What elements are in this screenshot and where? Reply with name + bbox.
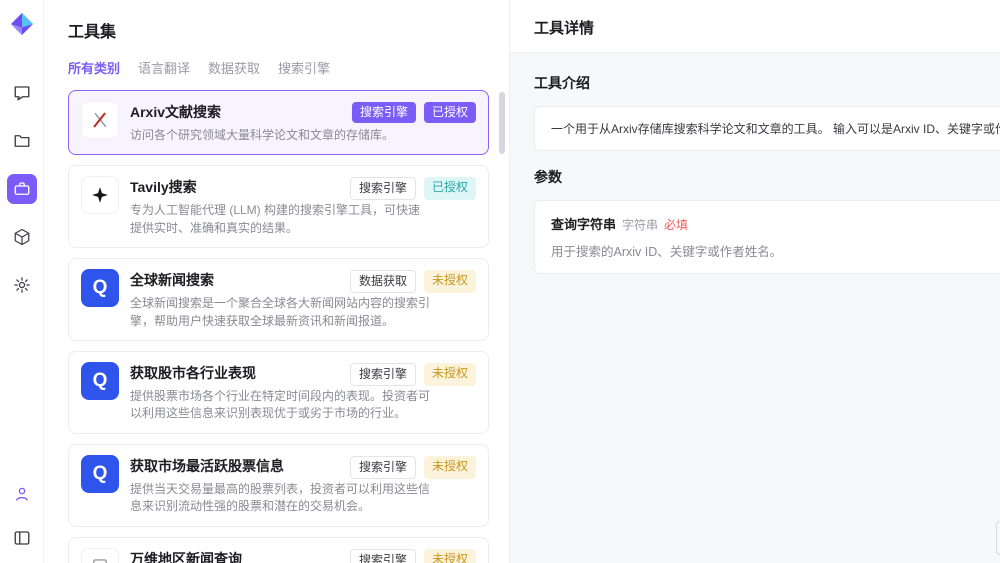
- tool-card-list: Arxiv文献搜索 访问各个研究领域大量科学论文和文章的存储库。 搜索引擎 已授…: [68, 90, 509, 563]
- param-type: 字符串: [622, 216, 658, 233]
- auth-status-badge: 未授权: [424, 456, 476, 479]
- category-badge: 搜索引擎: [350, 177, 416, 200]
- intro-text: 一个用于从Arxiv存储库搜索科学论文和文章的工具。 输入可以是Arxiv ID…: [551, 120, 1000, 137]
- tool-description: 提供当天交易量最高的股票列表，投资者可以利用这些信息来识别流动性强的股票和潜在的…: [130, 481, 430, 516]
- tool-card-active-stocks[interactable]: Q 获取市场最活跃股票信息 提供当天交易量最高的股票列表，投资者可以利用这些信息…: [68, 444, 489, 527]
- tool-description: 访问各个研究领域大量科学论文和文章的存储库。: [130, 127, 430, 144]
- category-badge: 数据获取: [350, 270, 416, 293]
- tool-card-tavily[interactable]: Tavily搜索 专为人工智能代理 (LLM) 构建的搜索引擎工具，可快速提供实…: [68, 165, 489, 248]
- tool-card-arxiv[interactable]: Arxiv文献搜索 访问各个研究领域大量科学论文和文章的存储库。 搜索引擎 已授…: [68, 90, 489, 155]
- intro-card: 一个用于从Arxiv存储库搜索科学论文和文章的工具。 输入可以是Arxiv ID…: [534, 106, 1000, 151]
- regional-news-icon: [81, 548, 119, 563]
- stock-sector-icon: Q: [81, 362, 119, 400]
- category-tabs: 所有类别 语言翻译 数据获取 搜索引擎: [68, 58, 509, 77]
- tool-card-global-news[interactable]: Q 全球新闻搜索 全球新闻搜索是一个聚合全球各大新闻网站内容的搜索引擎，帮助用户…: [68, 258, 489, 341]
- intro-heading: 工具介绍: [534, 73, 1000, 93]
- category-badge: 搜索引擎: [350, 549, 416, 563]
- tool-card-regional-news[interactable]: 万维地区新闻查询 查询具体行政区划内的新闻，快速了解各地新闻动 搜索引擎 未授权: [68, 537, 489, 563]
- panel-toggle-icon[interactable]: [7, 523, 37, 553]
- intel-core-badge: intel CORE: [996, 521, 1000, 555]
- user-icon[interactable]: [7, 479, 37, 509]
- tab-search-engine[interactable]: 搜索引擎: [278, 58, 330, 77]
- detail-title: 工具详情: [534, 17, 1000, 38]
- tab-all-categories[interactable]: 所有类别: [68, 58, 120, 77]
- param-required-flag: 必填: [664, 216, 688, 233]
- toolbox-icon[interactable]: [7, 174, 37, 204]
- folder-icon[interactable]: [7, 126, 37, 156]
- tool-detail-panel: 工具详情 工具介绍 一个用于从Arxiv存储库搜索科学论文和文章的工具。 输入可…: [510, 0, 1000, 563]
- detail-header: 工具详情: [510, 0, 1000, 53]
- package-icon[interactable]: [7, 222, 37, 252]
- params-heading: 参数: [534, 167, 1000, 187]
- category-badge: 搜索引擎: [350, 363, 416, 386]
- tavily-sparkle-icon: [81, 176, 119, 214]
- tab-data-fetch[interactable]: 数据获取: [208, 58, 260, 77]
- app-window: 工具集 所有类别 语言翻译 数据获取 搜索引擎 Arxiv文献搜索 访问各个研究…: [0, 0, 1000, 563]
- icon-rail: [0, 0, 44, 563]
- tool-description: 专为人工智能代理 (LLM) 构建的搜索引擎工具，可快速提供实时、准确和真实的结…: [130, 202, 430, 237]
- chat-icon[interactable]: [7, 78, 37, 108]
- parameter-card: 查询字符串 字符串 必填 用于搜索的Arxiv ID、关键字或作者姓名。: [534, 200, 1000, 274]
- auth-status-badge: 未授权: [424, 270, 476, 293]
- tool-list-panel: 工具集 所有类别 语言翻译 数据获取 搜索引擎 Arxiv文献搜索 访问各个研究…: [44, 0, 510, 563]
- arxiv-logo-icon: [81, 101, 119, 139]
- param-name: 查询字符串: [551, 214, 616, 233]
- global-news-icon: Q: [81, 269, 119, 307]
- tab-language-translation[interactable]: 语言翻译: [138, 58, 190, 77]
- category-badge: 搜索引擎: [350, 456, 416, 479]
- auth-status-badge: 已授权: [424, 102, 476, 123]
- tool-description: 全球新闻搜索是一个聚合全球各大新闻网站内容的搜索引擎，帮助用户快速获取全球最新资…: [130, 295, 430, 330]
- active-stock-icon: Q: [81, 455, 119, 493]
- param-description: 用于搜索的Arxiv ID、关键字或作者姓名。: [551, 241, 1000, 260]
- auth-status-badge: 已授权: [424, 177, 476, 200]
- category-badge: 搜索引擎: [352, 102, 416, 123]
- tool-description: 提供股票市场各个行业在特定时间段内的表现。投资者可以利用这些信息来识别表现优于或…: [130, 388, 430, 423]
- list-scrollbar[interactable]: [499, 92, 505, 154]
- page-title: 工具集: [68, 18, 509, 42]
- settings-icon[interactable]: [7, 270, 37, 300]
- auth-status-badge: 未授权: [424, 363, 476, 386]
- auth-status-badge: 未授权: [424, 549, 476, 563]
- app-logo-icon: [10, 12, 34, 36]
- tool-card-stock-sector[interactable]: Q 获取股市各行业表现 提供股票市场各个行业在特定时间段内的表现。投资者可以利用…: [68, 351, 489, 434]
